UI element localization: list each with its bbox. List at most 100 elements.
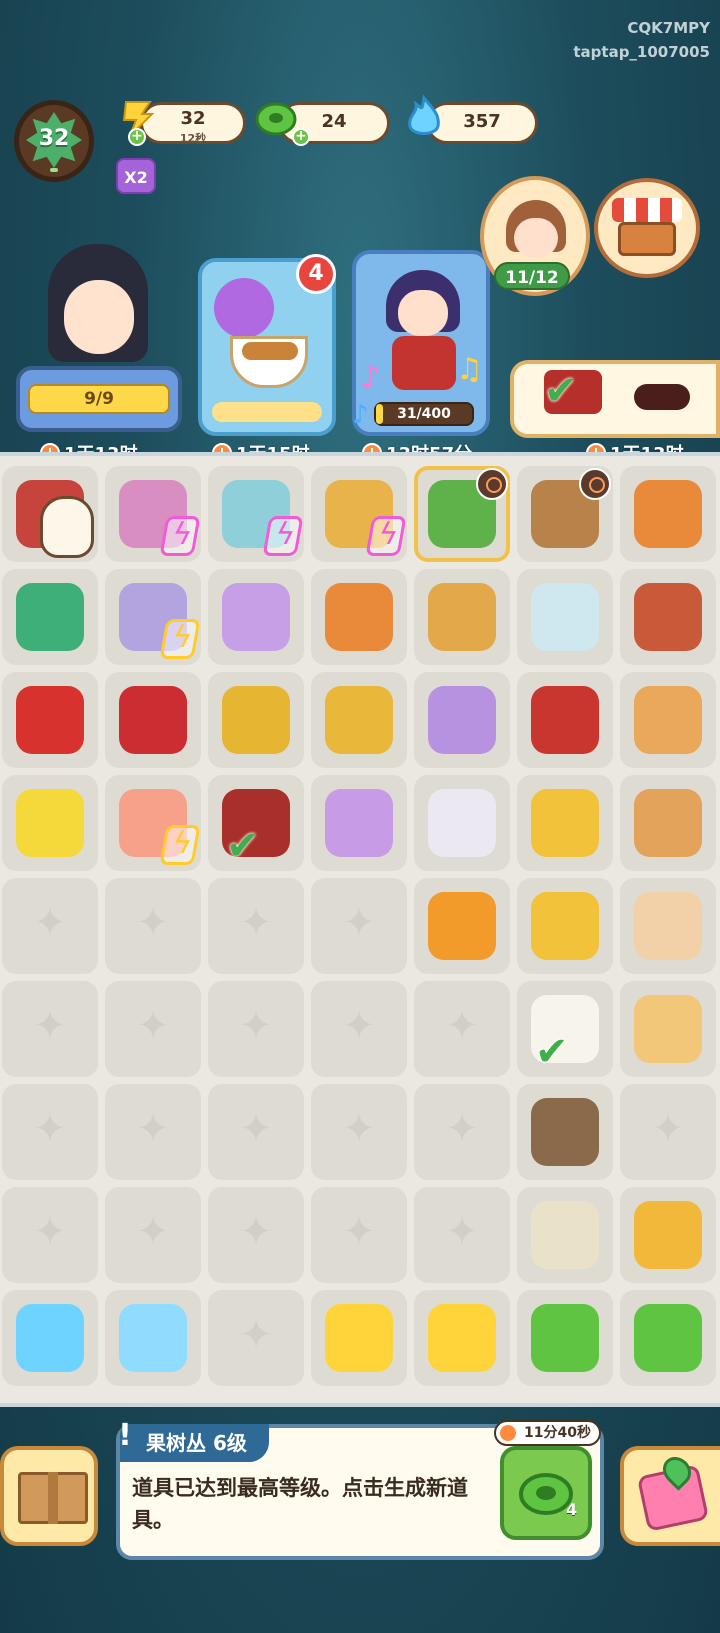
board-cell-pearl-pouch[interactable] [105,569,201,665]
board-cell-jade-coins-pile[interactable] [517,1290,613,1386]
checkmark-icon: ✔ [535,1029,569,1075]
board-cell-perfume-bottle[interactable] [208,569,304,665]
shop-button[interactable] [594,178,700,278]
board-cell-gold-crown[interactable] [311,672,407,768]
board-cell-powder-box[interactable] [517,569,613,665]
board-cell-empty[interactable] [105,878,201,974]
butterfly-hairpin-icon [531,892,599,960]
add-jade-button[interactable]: + [292,128,310,146]
board-cell-pickle-jar[interactable] [311,569,407,665]
cooldown-icon [476,468,508,500]
pickle-jar-icon [634,480,702,548]
purple-perfume-icon [428,686,496,754]
board-cell-iced-tea[interactable] [620,981,716,1077]
board-cell-empty[interactable] [311,1187,407,1283]
board-cell-empty[interactable] [105,981,201,1077]
board-cell-empty[interactable] [311,1084,407,1180]
board-cell-pagoda-tray[interactable] [414,569,510,665]
checkmark-icon: ✔ [544,368,578,414]
board-cell-purple-perfume[interactable] [414,672,510,768]
music-note-icon: ♪ [352,400,369,430]
energy-boost-icon [262,516,304,556]
lucky-charm-icon [119,686,187,754]
board-cell-red-vest[interactable]: ✔ [208,775,304,871]
board-cell-empty[interactable] [208,1290,304,1386]
board-cell-flower-pot[interactable] [105,466,201,562]
clock-icon [498,1423,518,1443]
board-cell-red-hat[interactable] [517,672,613,768]
board-cell-empty[interactable] [2,1187,98,1283]
item-name-level: 果树丛 6级 [120,1424,269,1462]
board-cell-empty[interactable] [311,878,407,974]
board-cell-lemon[interactable] [2,775,98,871]
checkmark-icon: ✔ [226,823,260,869]
board-cell-blue-flames-large[interactable] [2,1290,98,1386]
add-energy-button[interactable]: + [128,128,146,146]
board-cell-pavilion[interactable] [311,466,407,562]
order-items-panel[interactable]: ✔ [510,360,720,438]
order-count-badge: 4 [296,254,336,294]
board-cell-blue-flames[interactable] [105,1290,201,1386]
board-cell-energy-pile[interactable] [414,1290,510,1386]
board-cell-honey-bowl[interactable] [620,1187,716,1283]
board-cell-rice-sack[interactable] [414,775,510,871]
energy-boost-icon [159,619,201,659]
order-card-singer[interactable]: ♪ ♫ 31/400 ♪ [352,250,490,436]
board-cell-lucky-charm[interactable] [105,672,201,768]
board-cell-empty[interactable] [414,1084,510,1180]
board-cell-fruit-tree[interactable] [414,466,510,562]
board-cell-pickle-jar[interactable] [620,466,716,562]
tea-liquid [242,342,298,360]
board-cell-empty[interactable] [2,981,98,1077]
board-cell-red-bracelet[interactable] [2,672,98,768]
order-card-character-1[interactable]: 9/9 [16,244,182,436]
board-cell-empty[interactable] [208,1084,304,1180]
board-cell-egg-tray-large[interactable] [620,672,716,768]
player-level-badge[interactable]: 32 [14,100,94,182]
board-cell-treasure-chest[interactable] [620,569,716,665]
box-tape [48,1472,58,1524]
board-cell-empty[interactable] [208,981,304,1077]
board-cell-painting-scroll[interactable] [517,1187,613,1283]
energy-pile-icon [428,1304,496,1372]
board-cell-peach[interactable] [105,775,201,871]
board-cell-bee[interactable] [517,775,613,871]
perfume-bottle-icon [222,583,290,651]
board-cell-jade-earrings[interactable] [2,569,98,665]
double-bonus-badge[interactable]: X2 [116,158,156,194]
oranges-icon [428,892,496,960]
board-cell-empty[interactable] [2,1084,98,1180]
order-count-badge: 11/12 [494,262,570,290]
board-cell-empty[interactable] [414,1187,510,1283]
bee-icon [531,789,599,857]
board-cell-egg-tray[interactable] [620,775,716,871]
generate-item-button[interactable] [500,1446,592,1540]
board-cell-energy-cluster[interactable] [311,1290,407,1386]
group-member-face [514,218,558,258]
board-cell-brush-cup[interactable] [208,466,304,562]
map-button[interactable] [620,1446,720,1546]
board-cell-jade-coin[interactable] [620,1290,716,1386]
board-cell-empty[interactable] [620,1084,716,1180]
gold-crown-icon [325,686,393,754]
egg-tray-icon [634,789,702,857]
storage-box-button[interactable] [0,1446,98,1546]
board-cell-empty[interactable] [208,878,304,974]
board-cell-empty[interactable] [208,1187,304,1283]
board-cell-empty[interactable] [105,1187,201,1283]
board-cell-market-stall[interactable] [517,466,613,562]
board-cell-ghost-doll[interactable]: ✔ [517,981,613,1077]
board-cell-eggs[interactable] [620,878,716,974]
energy-cluster-icon [325,1304,393,1372]
player-level: 32 [38,126,70,151]
honey-bowl-icon [634,1201,702,1269]
board-cell-calligraphy-frame[interactable] [517,1084,613,1180]
board-cell-empty[interactable] [311,981,407,1077]
board-cell-empty[interactable] [414,981,510,1077]
board-cell-butterfly-hairpin[interactable] [517,878,613,974]
board-cell-oranges[interactable] [414,878,510,974]
board-cell-gold-bangle[interactable] [208,672,304,768]
board-cell-empty[interactable] [105,1084,201,1180]
board-cell-empty[interactable] [2,878,98,974]
board-cell-incense-tray[interactable] [311,775,407,871]
